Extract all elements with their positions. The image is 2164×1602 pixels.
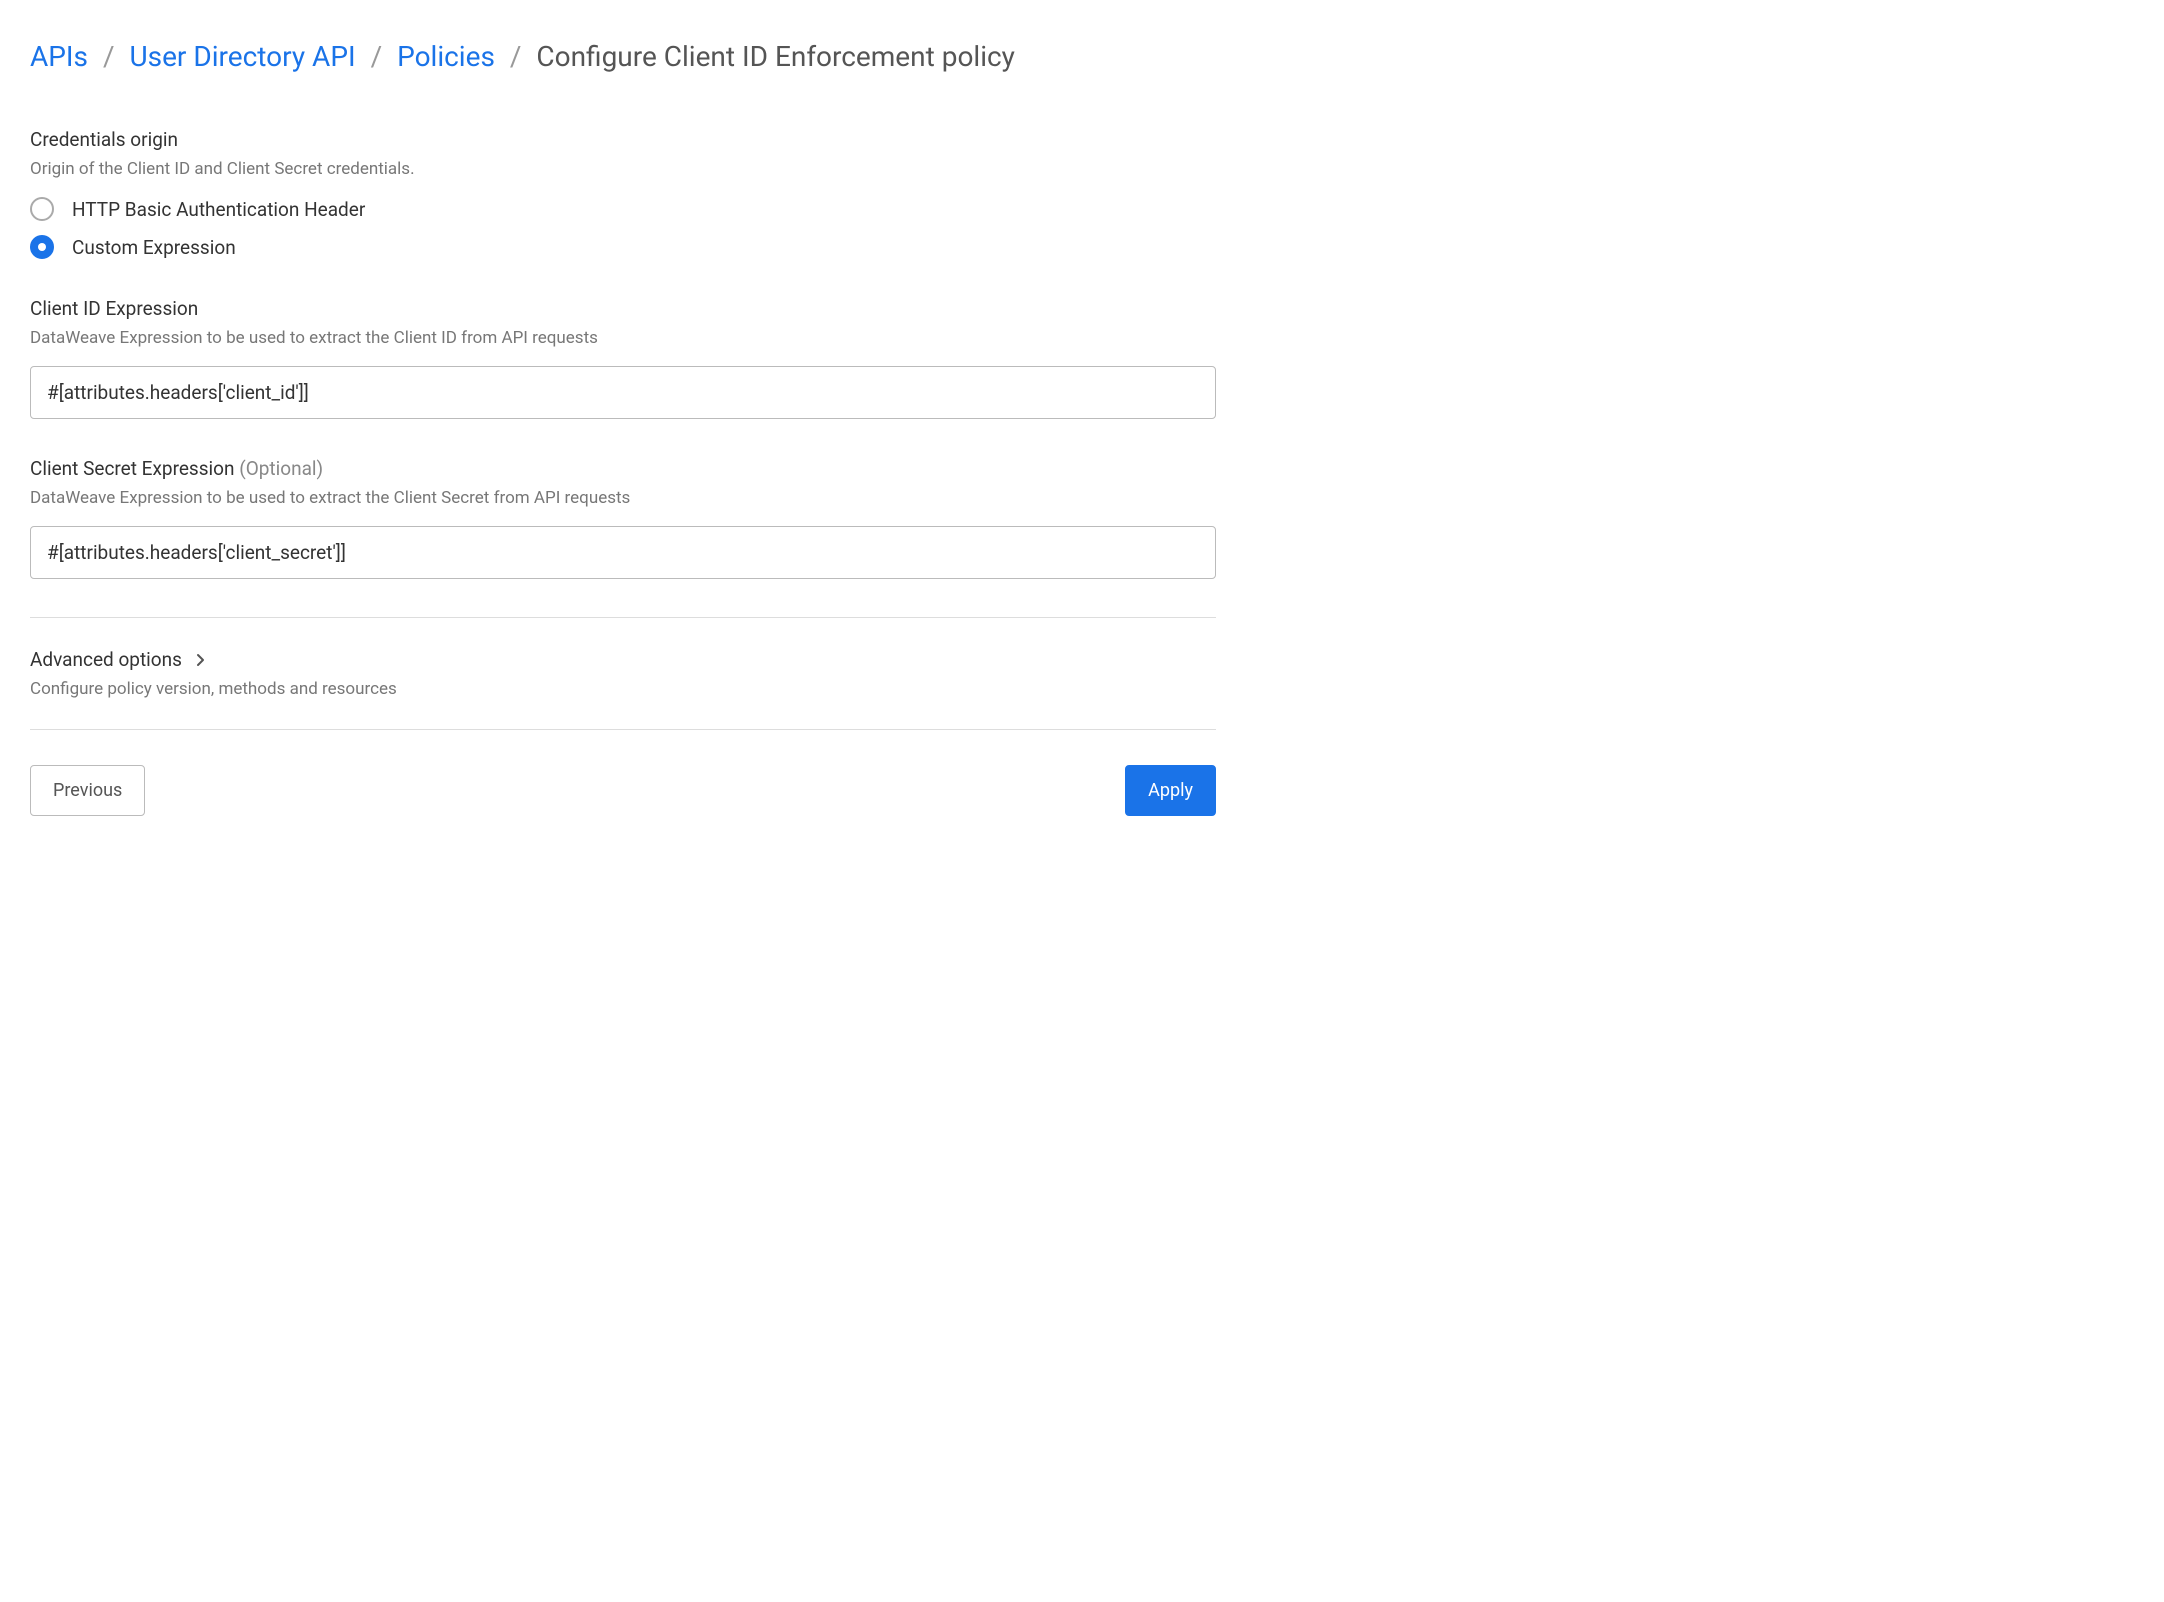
credentials-origin-label: Credentials origin <box>30 128 1216 151</box>
breadcrumb-link-user-directory-api[interactable]: User Directory API <box>129 40 355 73</box>
radio-label: Custom Expression <box>72 236 236 259</box>
advanced-options-toggle[interactable]: Advanced options <box>30 648 1216 671</box>
advanced-options-desc: Configure policy version, methods and re… <box>30 679 1216 699</box>
breadcrumb: APIs / User Directory API / Policies / C… <box>30 40 1216 73</box>
divider <box>30 729 1216 730</box>
client-id-expression-input[interactable] <box>30 366 1216 419</box>
breadcrumb-link-policies[interactable]: Policies <box>397 40 495 73</box>
client-secret-expression-input[interactable] <box>30 526 1216 579</box>
radio-label: HTTP Basic Authentication Header <box>72 198 365 221</box>
credentials-origin-radio-group: HTTP Basic Authentication Header Custom … <box>30 197 1216 259</box>
advanced-options-label: Advanced options <box>30 648 182 671</box>
client-secret-expression-optional: (Optional) <box>239 457 323 480</box>
section-credentials-origin: Credentials origin Origin of the Client … <box>30 128 1216 259</box>
section-advanced-options: Advanced options Configure policy versio… <box>30 648 1216 699</box>
breadcrumb-separator: / <box>103 40 115 73</box>
credentials-origin-desc: Origin of the Client ID and Client Secre… <box>30 159 1216 179</box>
radio-icon <box>30 197 54 221</box>
footer-button-row: Previous Apply <box>30 765 1216 816</box>
divider <box>30 617 1216 618</box>
breadcrumb-separator: / <box>510 40 522 73</box>
client-secret-expression-label: Client Secret Expression (Optional) <box>30 457 1216 480</box>
client-id-expression-label: Client ID Expression <box>30 297 1216 320</box>
chevron-right-icon <box>196 653 206 667</box>
radio-custom-expression[interactable]: Custom Expression <box>30 235 1216 259</box>
section-client-id-expression: Client ID Expression DataWeave Expressio… <box>30 297 1216 419</box>
breadcrumb-current: Configure Client ID Enforcement policy <box>536 40 1015 73</box>
client-secret-expression-desc: DataWeave Expression to be used to extra… <box>30 488 1216 508</box>
apply-button[interactable]: Apply <box>1125 765 1216 816</box>
breadcrumb-link-apis[interactable]: APIs <box>30 40 88 73</box>
previous-button[interactable]: Previous <box>30 765 145 816</box>
client-id-expression-desc: DataWeave Expression to be used to extra… <box>30 328 1216 348</box>
radio-icon <box>30 235 54 259</box>
radio-http-basic-auth-header[interactable]: HTTP Basic Authentication Header <box>30 197 1216 221</box>
client-secret-expression-label-text: Client Secret Expression <box>30 457 234 480</box>
breadcrumb-separator: / <box>371 40 383 73</box>
section-client-secret-expression: Client Secret Expression (Optional) Data… <box>30 457 1216 579</box>
